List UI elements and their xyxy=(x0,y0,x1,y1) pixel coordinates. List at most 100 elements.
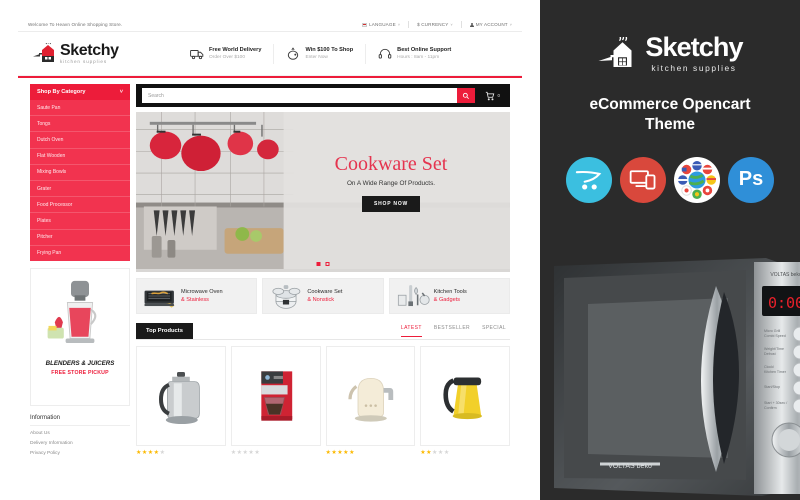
product-card[interactable]: ★ ★ ★ ★ ★ xyxy=(325,346,416,456)
welcome-message: Welcome To Heavn Online Shopping Store. xyxy=(28,22,123,27)
site-body: Shop By Category ˅ Saute Pan Tongs Dutch… xyxy=(18,78,522,456)
devices-icon xyxy=(629,170,656,190)
promo-logo: Sketchy kitchen supplies xyxy=(540,0,800,73)
site-logo[interactable]: Sketchy kitchen supplies xyxy=(30,39,178,65)
sidebar-item-saute-pan[interactable]: Saute Pan xyxy=(30,100,130,117)
cart-button[interactable]: 0 xyxy=(481,91,504,101)
sidebar-item-flat-wooden[interactable]: Flat Wooden xyxy=(30,149,130,165)
carousel-dot-2[interactable] xyxy=(325,262,330,266)
divider xyxy=(408,21,410,28)
responsive-badge xyxy=(620,156,666,203)
tab-latest[interactable]: LATEST xyxy=(400,325,422,337)
blender-image xyxy=(47,280,97,343)
tab-special[interactable]: SPECIAL xyxy=(482,325,506,337)
banner-sub: & Stainless xyxy=(181,296,209,303)
globe-flags-icon xyxy=(678,160,716,199)
svg-text:Start + 30sec /: Start + 30sec / xyxy=(764,401,787,405)
headset-icon xyxy=(378,47,392,61)
banner-cookware-set[interactable]: Cookware Set & Nonstick xyxy=(262,278,384,314)
feature-win-100: Win $100 To Shop Enter Now xyxy=(274,46,365,61)
footer-link-about-us[interactable]: About Us xyxy=(30,431,130,436)
feature-title: Best Online Support xyxy=(397,47,452,54)
shop-now-button[interactable]: SHOP NOW xyxy=(361,196,421,212)
sidebar-item-dutch-oven[interactable]: Dutch Oven xyxy=(30,132,130,149)
product-rating: ★ ★ ★ ★ ★ xyxy=(420,450,450,456)
sidebar-item-grater[interactable]: Grater xyxy=(30,181,130,198)
svg-text:Micro Grill: Micro Grill xyxy=(764,329,780,333)
cart-icon xyxy=(485,91,494,100)
search-bar: Search 0 xyxy=(136,84,510,107)
footer-link-delivery-information[interactable]: Delivery Information xyxy=(30,441,130,446)
sidebar-item-food-processor[interactable]: Food Processor xyxy=(30,197,130,214)
top-bar: Welcome To Heavn Online Shopping Store. … xyxy=(18,18,522,32)
footer-link-privacy-policy[interactable]: Privacy Policy xyxy=(30,451,130,456)
photoshop-badge: Ps xyxy=(728,156,774,203)
svg-text:VOLTAS beko: VOLTAS beko xyxy=(608,463,652,470)
sidebar-item-pitcher[interactable]: Pitcher xyxy=(30,230,130,246)
feature-sub: Order Over $100 xyxy=(209,54,245,60)
feature-sub: Hours : 8am - 11pm xyxy=(397,54,440,60)
carousel-dot-1[interactable] xyxy=(316,262,321,266)
top-products-title: Top Products xyxy=(136,323,193,339)
category-list: Saute Pan Tongs Dutch Oven Flat Wooden M… xyxy=(30,100,130,261)
silver-kettle-icon xyxy=(158,372,200,424)
language-selector[interactable]: LANGUAGE ˅ xyxy=(362,22,400,27)
chevron-down-icon: ˅ xyxy=(397,22,401,27)
flag-icon xyxy=(362,22,368,27)
search-icon xyxy=(462,92,469,99)
truck-icon xyxy=(190,47,204,61)
svg-text:Start/Stop: Start/Stop xyxy=(764,385,780,389)
promo-logo-name: Sketchy xyxy=(645,32,743,62)
product-image-red-coffee-maker[interactable] xyxy=(230,346,321,446)
search-button[interactable] xyxy=(456,88,475,103)
my-account-menu[interactable]: MY ACCOUNT ˅ xyxy=(469,22,512,27)
svg-text:Combi Speed: Combi Speed xyxy=(764,334,786,338)
hero-title: Cookware Set xyxy=(334,153,448,175)
red-coffee-maker-icon xyxy=(260,371,292,421)
multilanguage-badge xyxy=(674,156,720,203)
tab-bestseller[interactable]: BESTSELLER xyxy=(434,325,470,337)
currency-selector[interactable]: $ CURRENCY ˅ xyxy=(417,22,453,27)
product-image-cream-kettle[interactable] xyxy=(325,346,416,446)
banner-microwave-oven[interactable]: Microwave Oven & Stainless xyxy=(136,278,258,314)
sidebar-item-tongs[interactable]: Tongs xyxy=(30,116,130,133)
banner-kitchen-tools[interactable]: Kitchen Tools & Gadgets xyxy=(388,278,510,314)
promo-logo-tagline: kitchen supplies xyxy=(651,63,737,73)
microwave-icon xyxy=(144,290,175,308)
svg-text:Defrost: Defrost xyxy=(764,352,776,356)
feature-sub: Enter Now xyxy=(305,54,328,60)
tools-icon xyxy=(397,285,430,307)
product-rating: ★ ★ ★ ★ ★ xyxy=(230,450,260,456)
product-card[interactable]: ★ ★ ★ ★ ★ xyxy=(420,346,510,456)
account-label: MY ACCOUNT xyxy=(475,22,508,27)
stove-house-logo-icon xyxy=(597,33,639,71)
product-card[interactable]: ★ ★ ★ ★ ★ xyxy=(230,346,321,456)
sidebar-item-plates[interactable]: Plates xyxy=(30,213,130,230)
product-rating: ★ ★ ★ ★ ★ xyxy=(325,450,355,456)
product-card[interactable]: ★ ★ ★ ★ ★ xyxy=(136,346,226,456)
chevron-down-icon: ˅ xyxy=(450,22,453,27)
cart-icon xyxy=(575,170,602,190)
hero-carousel[interactable]: Cookware Set On A Wide Range Of Products… xyxy=(136,112,510,272)
blenders-juicers-banner[interactable]: BLENDERS & JUICERS FREE STORE PICKUP xyxy=(30,267,130,406)
cart-count: 0 xyxy=(497,93,500,98)
sidebar-item-frying-pan[interactable]: Frying Pan xyxy=(30,246,130,261)
svg-text:Confirm: Confirm xyxy=(764,406,777,410)
sidebar-item-mixing-bowls[interactable]: Mixing Bowls xyxy=(30,165,130,181)
banner-sub: & Gadgets xyxy=(433,296,461,303)
search-input[interactable]: Search xyxy=(142,88,457,103)
feature-title: Free World Delivery xyxy=(209,47,262,54)
category-banner-row: Microwave Oven & Stainless Cookware Set … xyxy=(136,278,510,314)
site-preview: Welcome To Heavn Online Shopping Store. … xyxy=(0,0,540,500)
banner-title: Kitchen Tools xyxy=(433,289,467,296)
carousel-dots xyxy=(316,262,330,266)
search-field-group: Search xyxy=(142,88,475,103)
feature-title: Win $100 To Shop xyxy=(305,47,354,54)
product-image-silver-kettle[interactable] xyxy=(136,346,226,446)
product-image-yellow-carafe[interactable] xyxy=(420,346,510,446)
divider xyxy=(460,21,462,28)
pot-icon xyxy=(272,285,301,309)
opencart-badge xyxy=(566,156,612,203)
user-icon xyxy=(469,22,474,27)
shop-by-category-header[interactable]: Shop By Category ˅ xyxy=(30,84,130,100)
